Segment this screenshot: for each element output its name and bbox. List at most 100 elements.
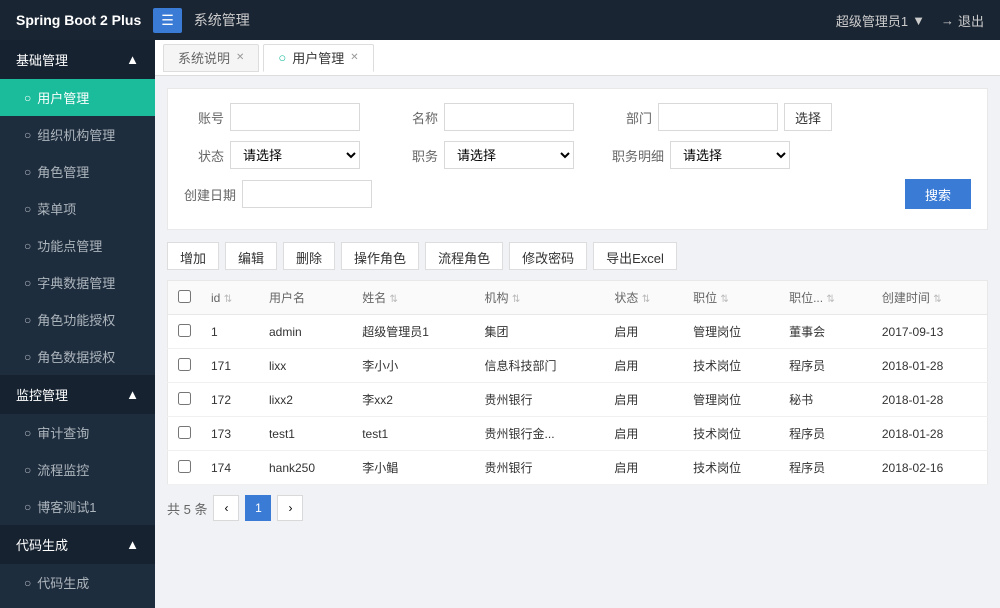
job-detail-select[interactable]: 请选择	[670, 141, 790, 169]
sidebar-item-label: 菜单项	[37, 199, 76, 218]
data-table: id ⇅ 用户名 姓名 ⇅ 机构 ⇅ 状态 ⇅ 职位 ⇅ 职位... ⇅ 创建时…	[167, 280, 988, 485]
header-org[interactable]: 机构 ⇅	[475, 281, 605, 315]
delete-button[interactable]: 删除	[283, 242, 335, 270]
sidebar-item-label: 字典数据管理	[37, 273, 115, 292]
select-dept-button[interactable]: 选择	[784, 103, 832, 131]
cell-username: hank250	[259, 451, 352, 485]
select-all-checkbox[interactable]	[178, 290, 191, 303]
cell-id: 173	[201, 417, 259, 451]
sidebar-item-user-management[interactable]: ○ 用户管理	[0, 79, 155, 116]
prev-page-button[interactable]: ‹	[213, 495, 239, 521]
row-checkbox[interactable]	[178, 426, 191, 439]
header-right: 超级管理员1 ▼ → 退出	[836, 11, 984, 30]
tab-system-desc-label: 系统说明	[178, 48, 230, 67]
process-role-button[interactable]: 流程角色	[425, 242, 503, 270]
status-select[interactable]: 请选择 启用 禁用	[230, 141, 360, 169]
name-label: 名称	[398, 108, 438, 127]
tab-system-desc[interactable]: 系统说明 ✕	[163, 44, 259, 72]
cell-position-detail: 程序员	[779, 451, 872, 485]
cell-username: lixx	[259, 349, 352, 383]
tab-user-management-close[interactable]: ✕	[350, 52, 358, 63]
sidebar-item-codegen[interactable]: ○ 代码生成	[0, 564, 155, 601]
change-password-button[interactable]: 修改密码	[509, 242, 587, 270]
header-id[interactable]: id ⇅	[201, 281, 259, 315]
page-1-button[interactable]: 1	[245, 495, 271, 521]
logout-button[interactable]: → 退出	[941, 11, 984, 30]
tab-user-management-label: 用户管理	[292, 48, 344, 67]
cell-username: admin	[259, 315, 352, 349]
cell-position-detail: 程序员	[779, 417, 872, 451]
header-position[interactable]: 职位 ⇅	[683, 281, 779, 315]
cell-position-detail: 秘书	[779, 383, 872, 417]
cell-status: 启用	[604, 451, 683, 485]
sidebar-item-label: 功能点管理	[37, 236, 102, 255]
sidebar-item-label: 用户管理	[37, 88, 89, 107]
table-row: 172 lixx2 李xx2 贵州银行 启用 管理岗位 秘书 2018-01-2…	[168, 383, 988, 417]
account-input[interactable]	[230, 103, 360, 131]
table-row: 173 test1 test1 贵州银行金... 启用 技术岗位 程序员 201…	[168, 417, 988, 451]
header-status[interactable]: 状态 ⇅	[604, 281, 683, 315]
search-button[interactable]: 搜索	[905, 179, 971, 209]
hamburger-button[interactable]: ☰	[153, 8, 182, 33]
account-label: 账号	[184, 108, 224, 127]
cell-org: 贵州银行金...	[475, 417, 605, 451]
sidebar-item-label: 代码生成	[37, 573, 89, 592]
row-checkbox-cell	[168, 315, 202, 349]
row-checkbox[interactable]	[178, 392, 191, 405]
row-checkbox[interactable]	[178, 358, 191, 371]
sidebar-item-role-management[interactable]: ○ 角色管理	[0, 153, 155, 190]
sidebar-section-monitor-label: 监控管理	[16, 385, 68, 404]
cell-username: test1	[259, 417, 352, 451]
dept-input[interactable]	[658, 103, 778, 131]
job-label: 职务	[398, 146, 438, 165]
create-date-group: 创建日期	[184, 180, 372, 208]
sidebar-item-role-func-auth[interactable]: ○ 角色功能授权	[0, 301, 155, 338]
sidebar-section-monitor[interactable]: 监控管理 ▲	[0, 375, 155, 414]
form-row-1: 账号 名称 部门 选择	[184, 103, 971, 131]
main-content: 账号 名称 部门 选择 状态	[155, 76, 1000, 608]
sidebar-section-basics[interactable]: 基础管理 ▲	[0, 40, 155, 79]
add-button[interactable]: 增加	[167, 242, 219, 270]
row-checkbox[interactable]	[178, 460, 191, 473]
tab-icon: ○	[278, 50, 286, 65]
sidebar-item-audit-query[interactable]: ○ 审计查询	[0, 414, 155, 451]
header-position-detail[interactable]: 职位... ⇅	[779, 281, 872, 315]
export-excel-button[interactable]: 导出Excel	[593, 242, 677, 270]
sidebar-item-label: 博客测试1	[37, 497, 96, 516]
sidebar-item-org-management[interactable]: ○ 组织机构管理	[0, 116, 155, 153]
status-group: 状态 请选择 启用 禁用	[184, 141, 360, 169]
cell-org: 信息科技部门	[475, 349, 605, 383]
header-left: Spring Boot 2 Plus ☰ 系统管理	[16, 8, 250, 33]
name-input[interactable]	[444, 103, 574, 131]
cell-id: 1	[201, 315, 259, 349]
sidebar-item-function-management[interactable]: ○ 功能点管理	[0, 227, 155, 264]
row-checkbox[interactable]	[178, 324, 191, 337]
sidebar-item-menu[interactable]: ○ 菜单项	[0, 190, 155, 227]
cell-org: 贵州银行	[475, 383, 605, 417]
sidebar-item-blog-test[interactable]: ○ 博客测试1	[0, 488, 155, 525]
sidebar-item-process-monitor[interactable]: ○ 流程监控	[0, 451, 155, 488]
cell-name: 李小鲳	[352, 451, 474, 485]
sidebar-item-dict-management[interactable]: ○ 字典数据管理	[0, 264, 155, 301]
app-title: Spring Boot 2 Plus	[16, 12, 141, 28]
logout-icon: →	[941, 13, 954, 28]
cell-id: 171	[201, 349, 259, 383]
next-page-button[interactable]: ›	[277, 495, 303, 521]
tab-user-management[interactable]: ○ 用户管理 ✕	[263, 44, 373, 72]
job-detail-group: 职务明细 请选择	[612, 141, 790, 169]
tab-system-desc-close[interactable]: ✕	[236, 52, 244, 63]
job-group: 职务 请选择	[398, 141, 574, 169]
create-date-input[interactable]	[242, 180, 372, 208]
job-select[interactable]: 请选择	[444, 141, 574, 169]
edit-button[interactable]: 编辑	[225, 242, 277, 270]
operate-role-button[interactable]: 操作角色	[341, 242, 419, 270]
sidebar-section-codegen[interactable]: 代码生成 ▲	[0, 525, 155, 564]
header-name[interactable]: 姓名 ⇅	[352, 281, 474, 315]
cell-status: 启用	[604, 417, 683, 451]
sidebar-item-subsystem-gen[interactable]: ○ 子系统生成	[0, 601, 155, 608]
content-area: 系统说明 ✕ ○ 用户管理 ✕ 账号 名称	[155, 40, 1000, 608]
sidebar-item-role-data-auth[interactable]: ○ 角色数据授权	[0, 338, 155, 375]
user-info[interactable]: 超级管理员1 ▼	[836, 11, 925, 30]
header-create-time[interactable]: 创建时间 ⇅	[872, 281, 988, 315]
cell-create-time: 2018-02-16	[872, 451, 988, 485]
